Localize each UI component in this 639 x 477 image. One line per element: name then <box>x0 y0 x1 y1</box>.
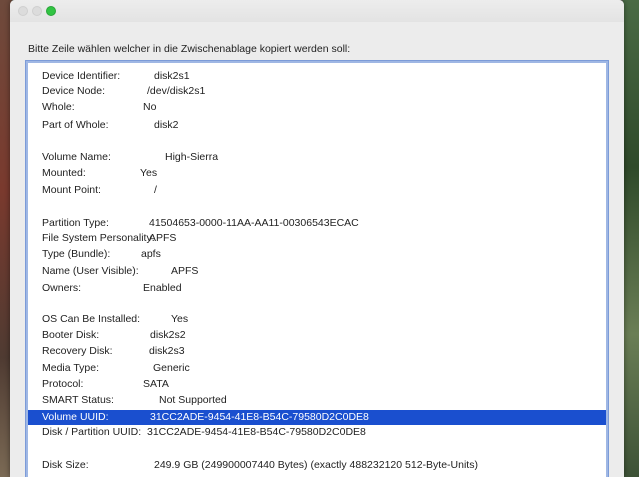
row-value: /dev/disk2s1 <box>147 85 206 97</box>
row-label: SMART Status: <box>42 394 114 406</box>
zoom-button[interactable] <box>46 6 56 16</box>
title-bar[interactable] <box>10 0 624 22</box>
list-item[interactable]: Device Identifier: disk2s1 <box>28 69 606 84</box>
info-list[interactable]: Device Identifier: disk2s1 Device Node: /de… <box>25 60 609 477</box>
row-label: Partition Type: <box>42 217 109 229</box>
close-button[interactable] <box>18 6 28 16</box>
row-value: apfs <box>141 248 161 260</box>
row-value: Not Supported <box>159 394 227 406</box>
list-item[interactable]: Mount Point: / <box>28 183 606 198</box>
list-item[interactable]: OS Can Be Installed: Yes <box>28 312 606 327</box>
list-item[interactable]: Disk / Partition UUID: 31CC2ADE-9454-41E8… <box>28 425 606 440</box>
row-label: Protocol: <box>42 378 84 390</box>
row-label: File System Personality: <box>42 232 155 244</box>
list-item[interactable]: Type (Bundle): apfs <box>28 247 606 262</box>
row-value: 41504653-0000-11AA-AA11-00306543ECAC <box>149 217 359 229</box>
row-label: Type (Bundle): <box>42 248 111 260</box>
list-item[interactable]: Whole: No <box>28 100 606 115</box>
row-label: Name (User Visible): <box>42 265 139 277</box>
list-item[interactable]: Volume Name: High-Sierra <box>28 150 606 165</box>
list-item[interactable]: Owners: Enabled <box>28 281 606 296</box>
row-value: Yes <box>171 313 189 325</box>
list-item[interactable]: Media Type: Generic <box>28 361 606 376</box>
list-item[interactable]: Partition Type: 41504653-0000-11AA-AA11-0… <box>28 216 606 231</box>
row-label: Device Identifier: <box>42 70 121 82</box>
row-label: Part of Whole: <box>42 119 109 131</box>
minimize-button[interactable] <box>32 6 42 16</box>
row-label: OS Can Be Installed: <box>42 313 141 325</box>
list-item-selected[interactable]: Volume UUID: 31CC2ADE-9454-41E8-B54C-7958… <box>28 410 606 425</box>
row-value: Enabled <box>143 282 182 294</box>
dialog-window: Bitte Zeile wählen welcher in die Zwisch… <box>10 0 624 477</box>
row-label: Disk / Partition UUID: <box>42 426 142 438</box>
row-value: 31CC2ADE-9454-41E8-B54C-79580D2C0DE8 <box>147 426 366 438</box>
list-item[interactable]: Name (User Visible): APFS <box>28 264 606 279</box>
row-value: Generic <box>153 362 190 374</box>
row-value: Yes <box>140 167 158 179</box>
prompt-label: Bitte Zeile wählen welcher in die Zwisch… <box>28 43 351 55</box>
row-value: SATA <box>143 378 169 390</box>
row-value: 31CC2ADE-9454-41E8-B54C-79580D2C0DE8 <box>150 411 369 423</box>
row-value: 249.9 GB (249900007440 Bytes) (exactly 4… <box>154 459 478 471</box>
list-item[interactable]: Mounted: Yes <box>28 166 606 181</box>
row-value: / <box>154 184 157 196</box>
list-item[interactable]: Disk Size: 249.9 GB (249900007440 Bytes) … <box>28 458 606 473</box>
row-value: disk2s1 <box>154 70 190 82</box>
row-label: Mount Point: <box>42 184 101 196</box>
list-item[interactable]: Booter Disk: disk2s2 <box>28 328 606 343</box>
list-item[interactable]: Device Node: /dev/disk2s1 <box>28 84 606 99</box>
row-value: disk2s3 <box>149 345 185 357</box>
row-value: disk2s2 <box>150 329 186 341</box>
row-value: APFS <box>171 265 199 277</box>
list-item[interactable]: SMART Status: Not Supported <box>28 393 606 408</box>
row-value: High-Sierra <box>165 151 219 163</box>
list-item[interactable]: Part of Whole: disk2 <box>28 118 606 133</box>
row-value: disk2 <box>154 119 179 131</box>
row-label: Disk Size: <box>42 459 89 471</box>
row-value: No <box>143 101 157 113</box>
list-item[interactable]: Recovery Disk: disk2s3 <box>28 344 606 359</box>
row-label: Owners: <box>42 282 82 294</box>
row-label: Whole: <box>42 101 75 113</box>
row-label: Booter Disk: <box>42 329 100 341</box>
row-label: Volume UUID: <box>42 411 109 423</box>
row-label: Device Node: <box>42 85 106 97</box>
row-label: Media Type: <box>42 362 100 374</box>
row-label: Mounted: <box>42 167 86 179</box>
row-label: Volume Name: <box>42 151 111 163</box>
row-label: Recovery Disk: <box>42 345 113 357</box>
list-item[interactable]: Protocol: SATA <box>28 377 606 392</box>
list-item[interactable]: File System Personality: APFS <box>28 231 606 246</box>
row-value: APFS <box>149 232 177 244</box>
desktop-background-right <box>623 0 639 477</box>
